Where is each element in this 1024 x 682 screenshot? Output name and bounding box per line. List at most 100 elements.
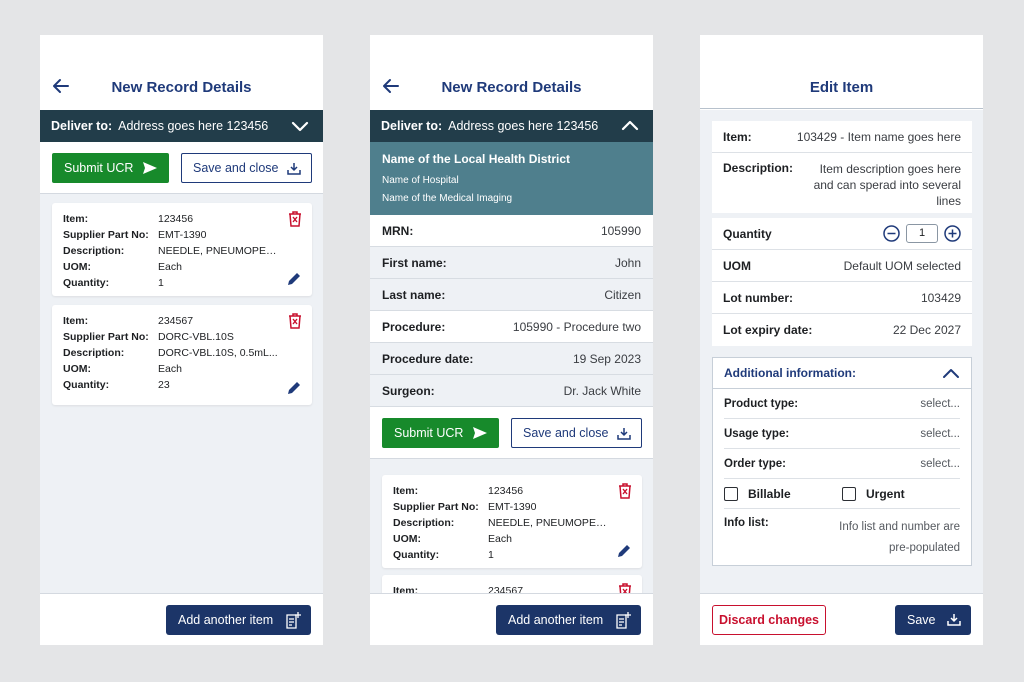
field-row: Description: NEEDLE, PNEUMOPERIT... bbox=[63, 245, 283, 257]
add-another-item-button[interactable]: Add another item bbox=[496, 605, 641, 635]
save-close-label: Save and close bbox=[193, 161, 279, 175]
usage-type-row[interactable]: Usage type: select... bbox=[724, 419, 960, 449]
patient-row-procedure: Procedure: 105990 - Procedure two bbox=[370, 311, 653, 343]
quantity-field[interactable]: 1 bbox=[906, 224, 938, 243]
action-bar: Submit UCR Save and close bbox=[370, 407, 653, 459]
patient-row-mrn: MRN: 105990 bbox=[370, 215, 653, 247]
deliver-address: Address goes here 123456 bbox=[118, 119, 269, 133]
screen-header: New Record Details bbox=[370, 35, 653, 110]
download-icon bbox=[617, 428, 631, 440]
order-type-select[interactable]: select... bbox=[920, 458, 960, 470]
edit-pencil-icon[interactable] bbox=[616, 543, 632, 559]
header-divider bbox=[700, 108, 983, 109]
additional-info-title: Additional information: bbox=[724, 366, 856, 380]
urgent-checkbox[interactable]: Urgent bbox=[842, 486, 905, 501]
record-expanded-screen: New Record Details Deliver to: Address g… bbox=[370, 35, 653, 645]
additional-info-panel: Additional information: Product type: se… bbox=[712, 357, 972, 566]
field-row: UOM: Each bbox=[393, 533, 512, 545]
field-row: Item: 123456 bbox=[393, 485, 524, 497]
field-row: Quantity: 1 bbox=[63, 277, 164, 289]
chevron-up-icon[interactable] bbox=[942, 367, 960, 379]
field-row: Supplier Part No: DORC-VBL.10S bbox=[63, 331, 234, 343]
send-icon bbox=[473, 427, 487, 439]
field-row: Supplier Part No: EMT-1390 bbox=[63, 229, 207, 241]
quantity-stepper[interactable]: 1 bbox=[883, 224, 961, 243]
send-icon bbox=[143, 162, 157, 174]
footer-bar: Discard changes Save bbox=[700, 593, 983, 645]
screen-header: Edit Item bbox=[700, 35, 983, 110]
delete-icon[interactable] bbox=[288, 211, 302, 227]
info-list-row: Info list: Info list and number are pre-… bbox=[724, 517, 960, 554]
add-another-item-button[interactable]: Add another item bbox=[166, 605, 311, 635]
add-item-label: Add another item bbox=[178, 613, 274, 627]
usage-type-select[interactable]: select... bbox=[920, 428, 960, 440]
record-list-screen: New Record Details Deliver to: Address g… bbox=[40, 35, 323, 645]
patient-row-first-name: First name: John bbox=[370, 247, 653, 279]
item-card: Item: 234567 Supplier Part No: DORC-VBL.10… bbox=[52, 305, 312, 405]
item-detail-box: Quantity 1 UOM Default UOM selected Lot … bbox=[712, 218, 972, 346]
download-icon bbox=[287, 163, 301, 175]
chevron-up-icon[interactable] bbox=[621, 119, 639, 133]
save-label: Save bbox=[907, 613, 936, 627]
order-type-row[interactable]: Order type: select... bbox=[724, 449, 960, 479]
save-close-label: Save and close bbox=[523, 426, 609, 440]
discard-changes-button[interactable]: Discard changes bbox=[712, 605, 826, 635]
description-row: Description: Item description goes here … bbox=[723, 161, 961, 208]
health-district-panel: Name of the Local Health District Name o… bbox=[370, 142, 653, 215]
screen-header: New Record Details bbox=[40, 35, 323, 110]
lot-expiry-row[interactable]: Lot expiry date: 22 Dec 2027 bbox=[712, 314, 972, 346]
field-row: UOM: Each bbox=[63, 261, 182, 273]
submit-ucr-button[interactable]: Submit UCR bbox=[52, 153, 169, 183]
page-title: New Record Details bbox=[441, 79, 582, 96]
add-note-icon bbox=[286, 612, 301, 629]
plus-circle-icon[interactable] bbox=[944, 225, 961, 242]
product-type-select[interactable]: select... bbox=[920, 398, 960, 410]
delete-icon[interactable] bbox=[288, 313, 302, 329]
field-row: Description: DORC-VBL.10S, 0.5mL... bbox=[63, 347, 278, 359]
field-row: UOM: Each bbox=[63, 363, 182, 375]
field-row: Quantity: 23 bbox=[63, 379, 170, 391]
field-row: Item: 234567 bbox=[63, 315, 194, 327]
submit-ucr-button[interactable]: Submit UCR bbox=[382, 418, 499, 448]
district-name: Name of the Local Health District bbox=[382, 152, 571, 166]
edit-pencil-icon[interactable] bbox=[286, 271, 302, 287]
hospital-name: Name of Hospital bbox=[382, 175, 459, 186]
save-and-close-button[interactable]: Save and close bbox=[511, 418, 642, 448]
submit-label: Submit UCR bbox=[394, 426, 464, 440]
action-bar: Submit UCR Save and close bbox=[40, 142, 323, 194]
patient-row-procedure-date: Procedure date: 19 Sep 2023 bbox=[370, 343, 653, 375]
uom-row[interactable]: UOM Default UOM selected bbox=[712, 250, 972, 282]
item-card: Item: 123456 Supplier Part No: EMT-1390 De… bbox=[52, 203, 312, 296]
field-row: Description: NEEDLE, PNEUMOPERIT... bbox=[393, 517, 613, 529]
edit-pencil-icon[interactable] bbox=[286, 380, 302, 396]
minus-circle-icon[interactable] bbox=[883, 225, 900, 242]
chevron-down-icon[interactable] bbox=[291, 119, 309, 133]
page-title: New Record Details bbox=[111, 79, 252, 96]
product-type-row[interactable]: Product type: select... bbox=[724, 389, 960, 419]
quantity-row: Quantity 1 bbox=[712, 218, 972, 250]
footer-bar: Add another item bbox=[370, 593, 653, 645]
imaging-name: Name of the Medical Imaging bbox=[382, 193, 513, 204]
flags-row: Billable Urgent bbox=[724, 479, 960, 509]
item-row: Item: 103429 - Item name goes here bbox=[712, 121, 972, 153]
item-info-box: Item: 103429 - Item name goes here Descr… bbox=[712, 121, 972, 213]
lot-number-row[interactable]: Lot number: 103429 bbox=[712, 282, 972, 314]
deliver-address: Address goes here 123456 bbox=[448, 119, 599, 133]
additional-info-header[interactable]: Additional information: bbox=[713, 358, 971, 389]
delete-icon[interactable] bbox=[618, 483, 632, 499]
item-card: Item: 123456 Supplier Part No: EMT-1390 De… bbox=[382, 475, 642, 568]
deliver-label: Deliver to: bbox=[51, 119, 113, 133]
edit-item-screen: Edit Item Item: 103429 - Item name goes … bbox=[700, 35, 983, 645]
download-icon bbox=[947, 614, 961, 626]
deliver-to-bar[interactable]: Deliver to: Address goes here 123456 bbox=[40, 110, 323, 142]
save-and-close-button[interactable]: Save and close bbox=[181, 153, 312, 183]
billable-checkbox[interactable]: Billable bbox=[724, 486, 842, 501]
add-note-icon bbox=[616, 612, 631, 629]
save-button[interactable]: Save bbox=[895, 605, 971, 635]
field-row: Quantity: 1 bbox=[393, 549, 494, 561]
field-row: Supplier Part No: EMT-1390 bbox=[393, 501, 537, 513]
field-row: Item: 123456 bbox=[63, 213, 194, 225]
deliver-to-bar[interactable]: Deliver to: Address goes here 123456 bbox=[370, 110, 653, 142]
patient-row-last-name: Last name: Citizen bbox=[370, 279, 653, 311]
patient-row-surgeon: Surgeon: Dr. Jack White bbox=[370, 375, 653, 407]
